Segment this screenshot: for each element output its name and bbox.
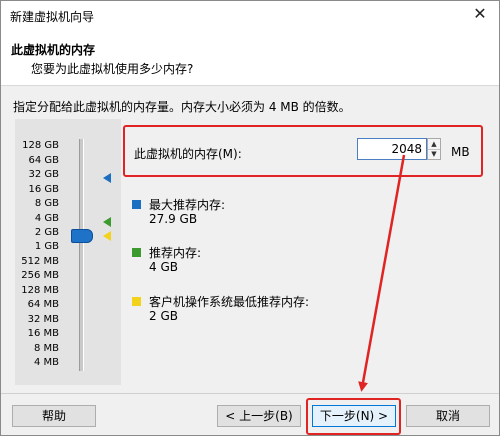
memory-input[interactable] — [357, 138, 427, 160]
title-bar: 新建虚拟机向导 ✕ — [1, 1, 499, 27]
scale-label: 256 MB — [21, 270, 59, 281]
max-recommended-label: 最大推荐内存: — [149, 198, 226, 212]
window-title: 新建虚拟机向导 — [10, 10, 95, 24]
wizard-header: 此虚拟机的内存 您要为此虚拟机使用多少内存? — [1, 27, 499, 86]
max-recommended-marker-icon — [103, 173, 111, 183]
scale-label: 8 GB — [34, 198, 59, 209]
wizard-window: 新建虚拟机向导 ✕ 此虚拟机的内存 您要为此虚拟机使用多少内存? 指定分配给此虚… — [0, 0, 500, 436]
help-button[interactable]: 帮助 — [12, 405, 96, 427]
scale-label: 16 GB — [28, 184, 59, 195]
footer-divider — [1, 393, 499, 394]
instruction-text: 指定分配给此虚拟机的内存量。内存大小必须为 4 MB 的倍数。 — [13, 100, 351, 114]
scale-label: 64 GB — [28, 155, 59, 166]
scale-label: 16 MB — [27, 328, 59, 339]
back-button[interactable]: < 上一步(B) — [217, 405, 301, 427]
max-recommended-swatch — [132, 200, 141, 209]
scale-label: 32 MB — [27, 314, 59, 325]
spin-down-icon[interactable]: ▼ — [428, 149, 440, 159]
close-icon[interactable]: ✕ — [469, 3, 491, 25]
memory-spinner[interactable]: ▲ ▼ — [427, 138, 441, 160]
slider-track[interactable] — [79, 139, 84, 371]
scale-label: 128 MB — [21, 285, 59, 296]
scale-label: 4 MB — [33, 357, 59, 368]
recommended-swatch — [132, 248, 141, 257]
recommended-marker-icon — [103, 217, 111, 227]
memory-slider-panel: 128 GB 64 GB 32 GB 16 GB 8 GB 4 GB 2 GB … — [15, 119, 121, 385]
scale-label: 4 GB — [34, 213, 59, 224]
page-subtitle: 您要为此虚拟机使用多少内存? — [31, 62, 194, 76]
max-recommended-value: 27.9 GB — [149, 212, 198, 226]
next-button[interactable]: 下一步(N) > — [312, 405, 396, 427]
memory-unit: MB — [451, 145, 470, 159]
recommended-value: 4 GB — [149, 260, 178, 274]
cancel-button[interactable]: 取消 — [406, 405, 490, 427]
page-title: 此虚拟机的内存 — [11, 43, 96, 57]
scale-label: 8 MB — [33, 343, 59, 354]
scale-label: 1 GB — [34, 241, 59, 252]
scale-label: 64 MB — [27, 299, 59, 310]
min-recommended-swatch — [132, 297, 141, 306]
recommended-label: 推荐内存: — [149, 246, 202, 260]
scale-label: 32 GB — [28, 169, 59, 180]
slider-thumb[interactable] — [71, 229, 93, 243]
scale-label: 2 GB — [34, 227, 59, 238]
min-recommended-marker-icon — [103, 231, 111, 241]
scale-label: 512 MB — [21, 256, 59, 267]
memory-label: 此虚拟机的内存(M): — [134, 147, 242, 161]
min-recommended-label: 客户机操作系统最低推荐内存: — [149, 295, 310, 309]
min-recommended-value: 2 GB — [149, 309, 178, 323]
scale-label: 128 GB — [22, 140, 59, 151]
